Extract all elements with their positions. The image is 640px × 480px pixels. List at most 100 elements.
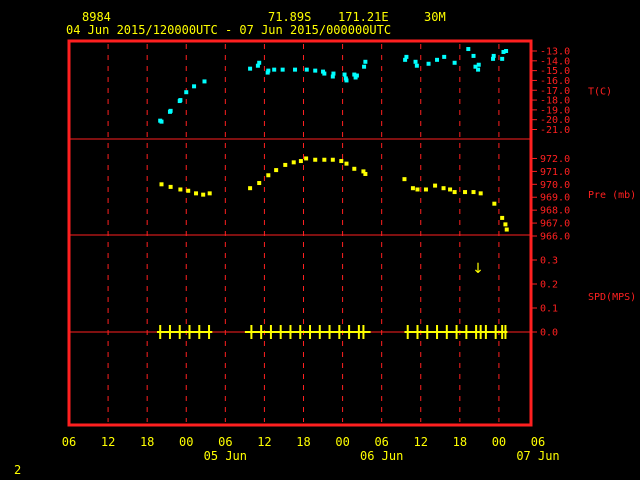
temperature-point [331,71,336,76]
pressure-point [178,187,183,192]
temperature-point [491,53,496,58]
pressure-point [257,181,262,186]
x-tick-label: 06 [62,435,76,449]
pressure-point [186,188,191,193]
temperature-point [413,59,418,64]
pressure-point [448,187,453,192]
temperature-point [354,73,359,78]
pressure-point [201,192,206,197]
y-tick-label: 972.0 [540,154,570,165]
temperature-point [363,59,368,64]
y-tick-label: 970.0 [540,180,570,191]
temperature-point [342,72,347,77]
temperature-point [476,67,481,72]
x-tick-label: 18 [453,435,467,449]
y-tick-label: 971.0 [540,167,570,178]
pressure-point [415,187,420,192]
temperature-point [293,67,298,72]
y-tick-label: 969.0 [540,193,570,204]
temperature-point [344,78,349,83]
x-tick-label: 06 [531,435,545,449]
x-tick-label: 00 [179,435,193,449]
pressure-point [410,186,415,191]
pressure-point [402,177,407,182]
pressure-point [194,191,199,196]
temperature-point [322,71,327,76]
temperature-point [476,62,481,67]
y-tick-label: 967.0 [540,219,570,230]
pressure-point [471,190,476,195]
plot-frame [67,39,533,427]
pressure-point [504,227,509,232]
pressure-point [363,171,368,176]
y-tick-label: -21.0 [540,125,570,136]
y-axis-label: Pre (mb) [588,190,636,201]
y-tick-label: 0.0 [540,328,558,339]
temperature-point [184,90,189,95]
pressure-point [330,157,335,162]
temperature-point [426,61,431,66]
pressure-point [478,191,483,196]
temperature-point [280,67,285,72]
pressure-point [492,201,497,206]
temperature-point [313,68,318,73]
x-tick-label: 18 [296,435,310,449]
x-tick-label: 06 [218,435,232,449]
temperature-point [159,119,164,124]
y-tick-label: 0.3 [540,256,558,267]
temperature-point [168,108,173,113]
y-axis-label: T(C) [588,86,612,97]
pressure-point [322,157,327,162]
temperature-point [202,79,207,84]
x-tick-label: 12 [101,435,115,449]
temperature-point [452,60,457,65]
pressure-point [313,157,318,162]
pressure-point [503,222,508,227]
panel-dividers [69,138,531,333]
x-tick-label: 18 [140,435,154,449]
temperature-point [362,64,367,69]
y-tick-label: 968.0 [540,206,570,217]
y-axis-label: SPD(MPS) [588,292,636,303]
temperature-point [466,47,471,52]
temperature-point [471,53,476,58]
y-axis-labels: -13.0-14.0-15.0-16.0-17.0-18.0-19.0-20.0… [531,47,636,339]
temperature-point [257,60,262,65]
pressure-point [339,159,344,164]
pressure-point [452,190,457,195]
temperature-point [178,98,183,103]
temperature-point [404,54,409,59]
pressure-point [500,215,505,220]
x-tick-label: 06 [374,435,388,449]
x-day-label: 06 Jun [360,449,403,463]
y-tick-label: 966.0 [540,232,570,243]
pressure-point [344,161,349,166]
temperature-point [192,84,197,89]
pressure-point [433,183,438,188]
x-tick-label: 12 [414,435,428,449]
temperature-point [304,67,309,72]
temperature-point [504,49,509,53]
pressure-point [352,166,357,171]
pressure-point [463,190,468,195]
gridlines [107,44,500,422]
x-tick-label: 00 [335,435,349,449]
x-axis-labels: 06 12 18 00 06 12 18 00 06 12 18 00 0605 Jun 06 Jun 07… [62,435,560,463]
wind-arrow-annotation: ↓ [472,261,484,277]
pressure-point [441,186,446,191]
temperature-point [248,66,253,71]
data-marks: ↓ [156,47,509,339]
pressure-point [283,162,288,167]
temperature-point [266,68,271,73]
y-tick-label: 0.2 [540,280,558,291]
pressure-point [291,160,296,165]
pressure-point [304,156,309,161]
meteogram-chart: ↓ -13.0-14.0-15.0-16.0-17.0-18.0-19.0-20… [62,39,636,463]
pressure-point [248,186,253,191]
pressure-point [274,168,279,173]
y-tick-label: 0.1 [540,304,558,315]
pressure-point [423,187,428,192]
x-tick-label: 00 [492,435,506,449]
temperature-point [272,67,277,72]
pressure-point [207,191,212,196]
